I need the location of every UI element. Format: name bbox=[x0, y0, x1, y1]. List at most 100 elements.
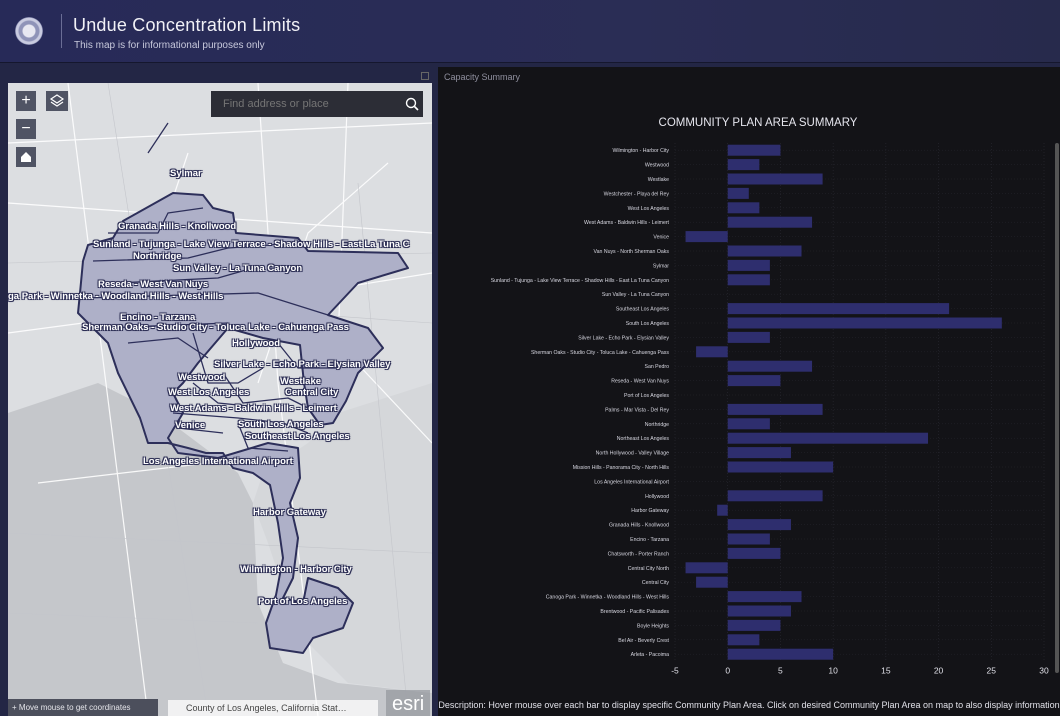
x-tick-label: 15 bbox=[881, 665, 891, 675]
zoom-out-button[interactable]: − bbox=[16, 119, 36, 139]
y-tick-label: Northridge bbox=[645, 422, 669, 428]
bar[interactable] bbox=[727, 490, 823, 502]
bar[interactable] bbox=[727, 432, 929, 444]
home-button[interactable] bbox=[16, 147, 36, 167]
bar[interactable] bbox=[727, 173, 823, 185]
bar[interactable] bbox=[727, 403, 823, 415]
y-tick-label: North Hollywood - Valley Village bbox=[596, 451, 669, 457]
map-label: South Los Angeles bbox=[238, 419, 324, 430]
bar[interactable] bbox=[685, 231, 728, 243]
map-attribution[interactable]: County of Los Angeles, California Stat… bbox=[168, 700, 378, 716]
map-label: Silver Lake - Echo Park - Elysian Valley bbox=[214, 359, 391, 370]
map-label: West Los Angeles bbox=[168, 387, 250, 398]
bar[interactable] bbox=[727, 519, 791, 531]
header-divider bbox=[61, 14, 62, 48]
map-label: Westwood bbox=[178, 372, 226, 383]
layers-icon bbox=[49, 94, 65, 107]
bar[interactable] bbox=[727, 634, 760, 646]
y-tick-label: Los Angeles International Airport bbox=[594, 479, 669, 485]
bar[interactable] bbox=[727, 216, 813, 228]
city-seal-logo bbox=[15, 17, 43, 45]
map-label: Hollywood bbox=[232, 338, 281, 349]
bar[interactable] bbox=[727, 648, 834, 660]
y-tick-label: Arleta - Pacoima bbox=[631, 652, 669, 658]
panel-toggle-icon[interactable] bbox=[421, 72, 429, 80]
y-tick-label: Van Nuys - North Sherman Oaks bbox=[594, 249, 670, 255]
y-tick-label: Wilmington - Harbor City bbox=[613, 148, 670, 154]
bar[interactable] bbox=[727, 144, 781, 156]
bar[interactable] bbox=[727, 547, 781, 559]
map-label: Northridge bbox=[133, 251, 182, 262]
app-header: Undue Concentration Limits This map is f… bbox=[0, 0, 1060, 63]
y-tick-label: Westwood bbox=[645, 163, 669, 169]
bar[interactable] bbox=[727, 259, 770, 271]
bar[interactable] bbox=[727, 159, 760, 171]
expand-icon[interactable]: + bbox=[12, 703, 17, 712]
page-title: Undue Concentration Limits bbox=[73, 15, 301, 35]
x-tick-label: 30 bbox=[1039, 665, 1049, 675]
coordinates-readout: + Move mouse to get coordinates bbox=[8, 699, 158, 716]
basemap bbox=[8, 83, 432, 716]
bar[interactable] bbox=[727, 619, 781, 631]
search-button[interactable] bbox=[401, 91, 423, 117]
y-tick-label: Harbor Gateway bbox=[631, 508, 669, 514]
bar[interactable] bbox=[727, 202, 760, 214]
y-tick-label: Port of Los Angeles bbox=[624, 393, 669, 399]
y-tick-label: Northeast Los Angeles bbox=[617, 436, 670, 442]
x-tick-label: 5 bbox=[778, 665, 783, 675]
bar-chart[interactable]: -5 0 5 10 15 20 25 30 Wilmington - Harbor City We… bbox=[438, 67, 1060, 697]
map-label: Harbor Gateway bbox=[253, 507, 326, 518]
zoom-in-button[interactable]: + bbox=[16, 91, 36, 111]
y-tick-label: Venice bbox=[653, 235, 669, 241]
map-label: West Adams - Baldwin Hills - Leimert bbox=[170, 403, 337, 414]
y-tick-label: Central City bbox=[642, 580, 670, 586]
chart-description: Description: Hover mouse over each bar t… bbox=[438, 700, 1060, 710]
y-tick-label: Central City North bbox=[628, 566, 669, 572]
map-panel[interactable]: + − Sylmar Granada Hills - Knollwood Sun… bbox=[8, 83, 432, 716]
bar[interactable] bbox=[717, 504, 728, 516]
home-icon bbox=[21, 152, 31, 162]
bar[interactable] bbox=[727, 605, 791, 617]
y-tick-label: Silver Lake - Echo Park - Elysian Valley bbox=[578, 335, 669, 341]
esri-logo-text: esri bbox=[392, 693, 425, 715]
map-label: Reseda - West Van Nuys bbox=[98, 279, 209, 290]
y-tick-label: Sylmar bbox=[653, 263, 669, 269]
search-input[interactable] bbox=[211, 91, 401, 117]
y-tick-label: Brentwood - Pacific Palisades bbox=[600, 609, 669, 615]
bar[interactable] bbox=[727, 187, 749, 199]
bar[interactable] bbox=[727, 375, 781, 387]
y-tick-label: Bel Air - Beverly Crest bbox=[618, 638, 669, 644]
bar[interactable] bbox=[727, 533, 770, 545]
coordinates-text: Move mouse to get coordinates bbox=[18, 703, 131, 712]
y-tick-label: Sherman Oaks - Studio City - Toluca Lake… bbox=[531, 350, 669, 356]
map-label: Granada Hills - Knollwood bbox=[118, 221, 237, 232]
scrollbar[interactable] bbox=[1055, 143, 1059, 673]
map-label: ga Park - Winnetka - Woodland Hills - We… bbox=[8, 291, 224, 302]
y-tick-label: Westlake bbox=[648, 177, 669, 183]
y-tick-label: Sunland - Tujunga - Lake View Terrace - … bbox=[491, 278, 669, 284]
bar[interactable] bbox=[696, 576, 728, 588]
bar[interactable] bbox=[696, 346, 728, 358]
layers-button[interactable] bbox=[46, 91, 68, 111]
bar[interactable] bbox=[727, 317, 1002, 329]
bar[interactable] bbox=[727, 591, 802, 603]
y-tick-label: Palms - Mar Vista - Del Rey bbox=[605, 407, 669, 413]
y-tick-label: Westchester - Playa del Rey bbox=[604, 191, 670, 197]
bar[interactable] bbox=[727, 447, 791, 459]
search-icon bbox=[405, 97, 419, 111]
y-tick-label: Hollywood bbox=[645, 494, 669, 500]
y-tick-label: South Los Angeles bbox=[626, 321, 670, 327]
map-label: Sylmar bbox=[170, 168, 202, 179]
bar[interactable] bbox=[727, 303, 950, 315]
map-label: Sunland - Tujunga - Lake View Terrace - … bbox=[93, 239, 410, 250]
bar[interactable] bbox=[727, 461, 834, 473]
y-tick-label: Encino - Tarzana bbox=[630, 537, 669, 543]
bar[interactable] bbox=[727, 360, 813, 372]
bar[interactable] bbox=[727, 274, 770, 286]
bar[interactable] bbox=[727, 245, 802, 257]
bar[interactable] bbox=[727, 418, 770, 430]
map-label: Port of Los Angeles bbox=[258, 596, 348, 607]
bar[interactable] bbox=[685, 562, 728, 574]
capacity-summary-panel: Capacity Summary COMMUNITY PLAN AREA SUM… bbox=[438, 67, 1060, 716]
bar[interactable] bbox=[727, 331, 770, 343]
